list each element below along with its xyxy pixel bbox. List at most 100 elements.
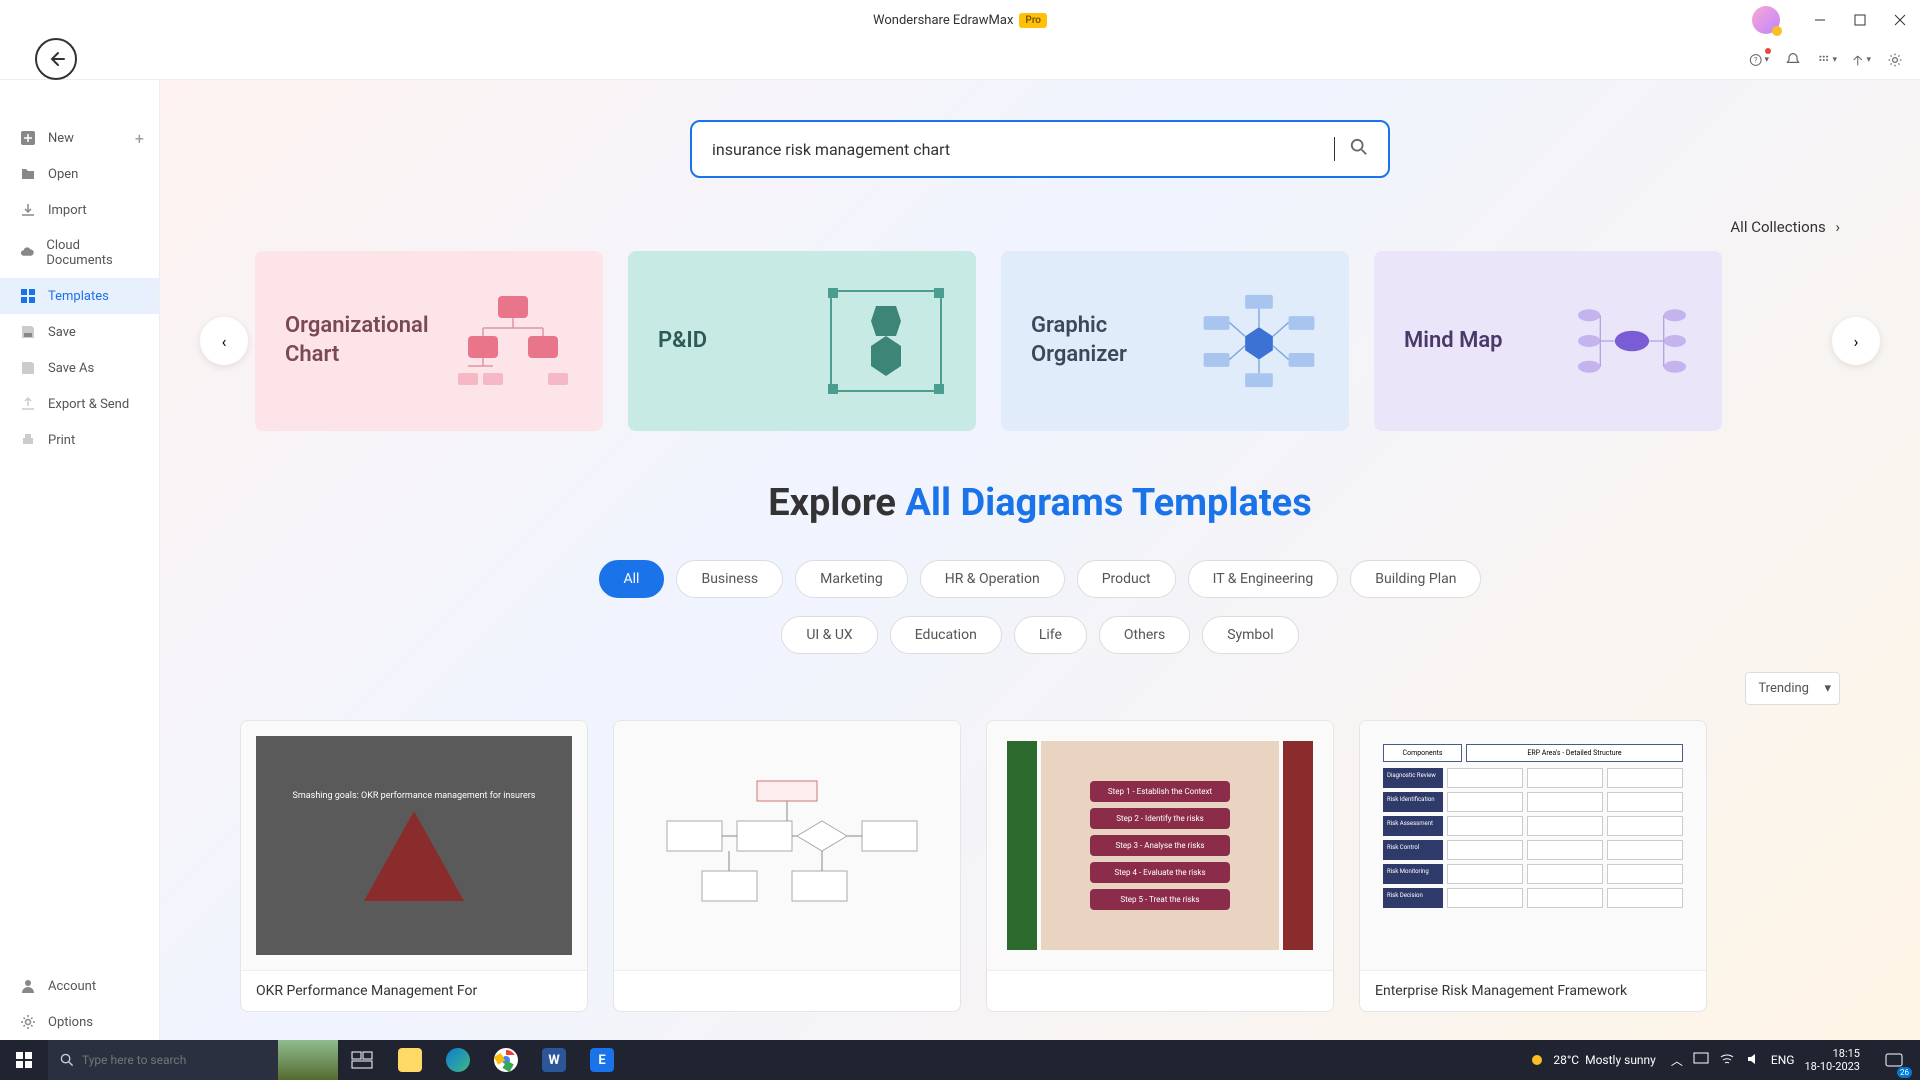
- filter-it-engineering[interactable]: IT & Engineering: [1188, 560, 1339, 598]
- gear-icon[interactable]: [1885, 50, 1905, 70]
- tray-language[interactable]: ENG: [1771, 1053, 1795, 1067]
- sidebar-item-label: New: [48, 131, 74, 146]
- category-card-mind-map[interactable]: Mind Map: [1374, 251, 1722, 431]
- filter-others[interactable]: Others: [1099, 616, 1190, 654]
- taskbar-widget[interactable]: [278, 1040, 338, 1080]
- maximize-button[interactable]: [1840, 0, 1880, 40]
- task-view-button[interactable]: [338, 1040, 386, 1080]
- template-title: Enterprise Risk Management Framework: [1360, 971, 1706, 1011]
- category-card-graphic-organizer[interactable]: Graphic Organizer: [1001, 251, 1349, 431]
- template-card-flow[interactable]: [613, 720, 961, 1012]
- sidebar-item-label: Save: [48, 325, 76, 340]
- sidebar-item-save-as[interactable]: Save As: [0, 350, 159, 386]
- start-button[interactable]: [0, 1040, 48, 1080]
- filter-product[interactable]: Product: [1077, 560, 1176, 598]
- sidebar-item-templates[interactable]: Templates: [0, 278, 159, 314]
- filter-row-1: All Business Marketing HR & Operation Pr…: [210, 560, 1870, 598]
- category-card-pid[interactable]: P&ID: [628, 251, 976, 431]
- tray-chevron-icon[interactable]: ︿: [1671, 1052, 1683, 1069]
- sidebar-item-open[interactable]: Open: [0, 156, 159, 192]
- filter-life[interactable]: Life: [1014, 616, 1087, 654]
- weather-widget[interactable]: 28°C Mostly sunny: [1527, 1050, 1656, 1070]
- sidebar-item-label: Cloud Documents: [46, 238, 139, 268]
- folder-icon: [20, 166, 36, 182]
- sidebar-item-label: Print: [48, 433, 75, 448]
- close-button[interactable]: [1880, 0, 1920, 40]
- filter-building-plan[interactable]: Building Plan: [1350, 560, 1481, 598]
- sidebar-item-import[interactable]: Import: [0, 192, 159, 228]
- sidebar-item-print[interactable]: Print: [0, 422, 159, 458]
- filter-hr-operation[interactable]: HR & Operation: [920, 560, 1065, 598]
- plus-icon[interactable]: +: [135, 129, 144, 148]
- template-card-erf[interactable]: ComponentsERP Area's - Detailed Structur…: [1359, 720, 1707, 1012]
- sidebar-item-cloud-documents[interactable]: Cloud Documents: [0, 228, 159, 278]
- filter-all[interactable]: All: [599, 560, 665, 598]
- category-card-organizational-chart[interactable]: Organizational Chart: [255, 251, 603, 431]
- carousel-prev-button[interactable]: ‹: [200, 317, 248, 365]
- sidebar-item-export-send[interactable]: Export & Send: [0, 386, 159, 422]
- edge-button[interactable]: [434, 1040, 482, 1080]
- org-chart-illustration: [453, 281, 573, 401]
- template-card-okr[interactable]: Smashing goals: OKR performance manageme…: [240, 720, 588, 1012]
- taskbar-search-input[interactable]: [82, 1053, 266, 1067]
- tray-monitor-icon[interactable]: [1693, 1051, 1709, 1070]
- avatar[interactable]: [1752, 6, 1780, 34]
- sun-icon: [1527, 1050, 1547, 1070]
- apps-icon[interactable]: ▾: [1817, 50, 1837, 70]
- sidebar-item-account[interactable]: Account: [0, 968, 159, 1004]
- search-box[interactable]: [690, 120, 1390, 178]
- bell-icon[interactable]: [1783, 50, 1803, 70]
- user-icon: [20, 978, 36, 994]
- template-thumbnail: Smashing goals: OKR performance manageme…: [241, 721, 587, 971]
- gear-icon: [20, 1014, 36, 1030]
- carousel-next-button[interactable]: ›: [1832, 317, 1880, 365]
- search-input[interactable]: [712, 140, 1332, 159]
- tray-volume-icon[interactable]: [1745, 1051, 1761, 1070]
- search-button[interactable]: [1350, 138, 1368, 160]
- filter-marketing[interactable]: Marketing: [795, 560, 908, 598]
- sidebar-item-new[interactable]: New +: [0, 120, 159, 156]
- search-icon: [1350, 138, 1368, 156]
- notification-button[interactable]: 26: [1878, 1044, 1910, 1076]
- sidebar-item-label: Templates: [48, 289, 109, 304]
- arrow-left-icon: [46, 49, 66, 69]
- taskbar: W E 28°C Mostly sunny ︿ ENG 18:15 18-10-…: [0, 1040, 1920, 1080]
- text-cursor: [1334, 137, 1335, 161]
- category-label: Mind Map: [1404, 327, 1503, 356]
- taskbar-clock[interactable]: 18:15 18-10-2023: [1804, 1047, 1860, 1073]
- filter-ui-ux[interactable]: UI & UX: [781, 616, 877, 654]
- sidebar-item-options[interactable]: Options: [0, 1004, 159, 1040]
- pro-badge: Pro: [1019, 13, 1047, 28]
- graphic-organizer-illustration: [1199, 281, 1319, 401]
- svg-text:?: ?: [1754, 55, 1758, 64]
- filter-symbol[interactable]: Symbol: [1202, 616, 1298, 654]
- category-carousel: ‹ Organizational Chart P&ID Graphic Orga…: [210, 251, 1870, 431]
- chrome-button[interactable]: [482, 1040, 530, 1080]
- back-button[interactable]: [35, 38, 77, 80]
- minimize-button[interactable]: [1800, 0, 1840, 40]
- filter-education[interactable]: Education: [890, 616, 1002, 654]
- all-collections-link[interactable]: All Collections ›: [210, 218, 1870, 236]
- export-icon: [20, 396, 36, 412]
- category-label: Organizational Chart: [285, 312, 429, 369]
- chevron-right-icon: ›: [1835, 218, 1840, 236]
- sidebar-item-label: Open: [48, 167, 78, 182]
- windows-icon: [16, 1052, 32, 1068]
- taskbar-search[interactable]: [48, 1040, 278, 1080]
- sidebar-item-save[interactable]: Save: [0, 314, 159, 350]
- import-icon: [20, 202, 36, 218]
- main-content: All Collections › ‹ Organizational Chart…: [160, 80, 1920, 1040]
- sort-dropdown[interactable]: Trending ▾: [1745, 672, 1840, 705]
- template-thumbnail: Step 1 - Establish the Context Step 2 - …: [987, 721, 1333, 971]
- word-button[interactable]: W: [530, 1040, 578, 1080]
- sidebar-item-label: Options: [48, 1015, 93, 1030]
- share-icon[interactable]: ▾: [1851, 50, 1871, 70]
- help-icon[interactable]: ?▾: [1749, 50, 1769, 70]
- plus-square-icon: [20, 130, 36, 146]
- tray-wifi-icon[interactable]: [1719, 1051, 1735, 1070]
- filter-business[interactable]: Business: [676, 560, 783, 598]
- template-card-risk[interactable]: Step 1 - Establish the Context Step 2 - …: [986, 720, 1334, 1012]
- edrawmax-button[interactable]: E: [578, 1040, 626, 1080]
- template-title: OKR Performance Management For: [241, 971, 587, 1011]
- file-explorer-button[interactable]: [386, 1040, 434, 1080]
